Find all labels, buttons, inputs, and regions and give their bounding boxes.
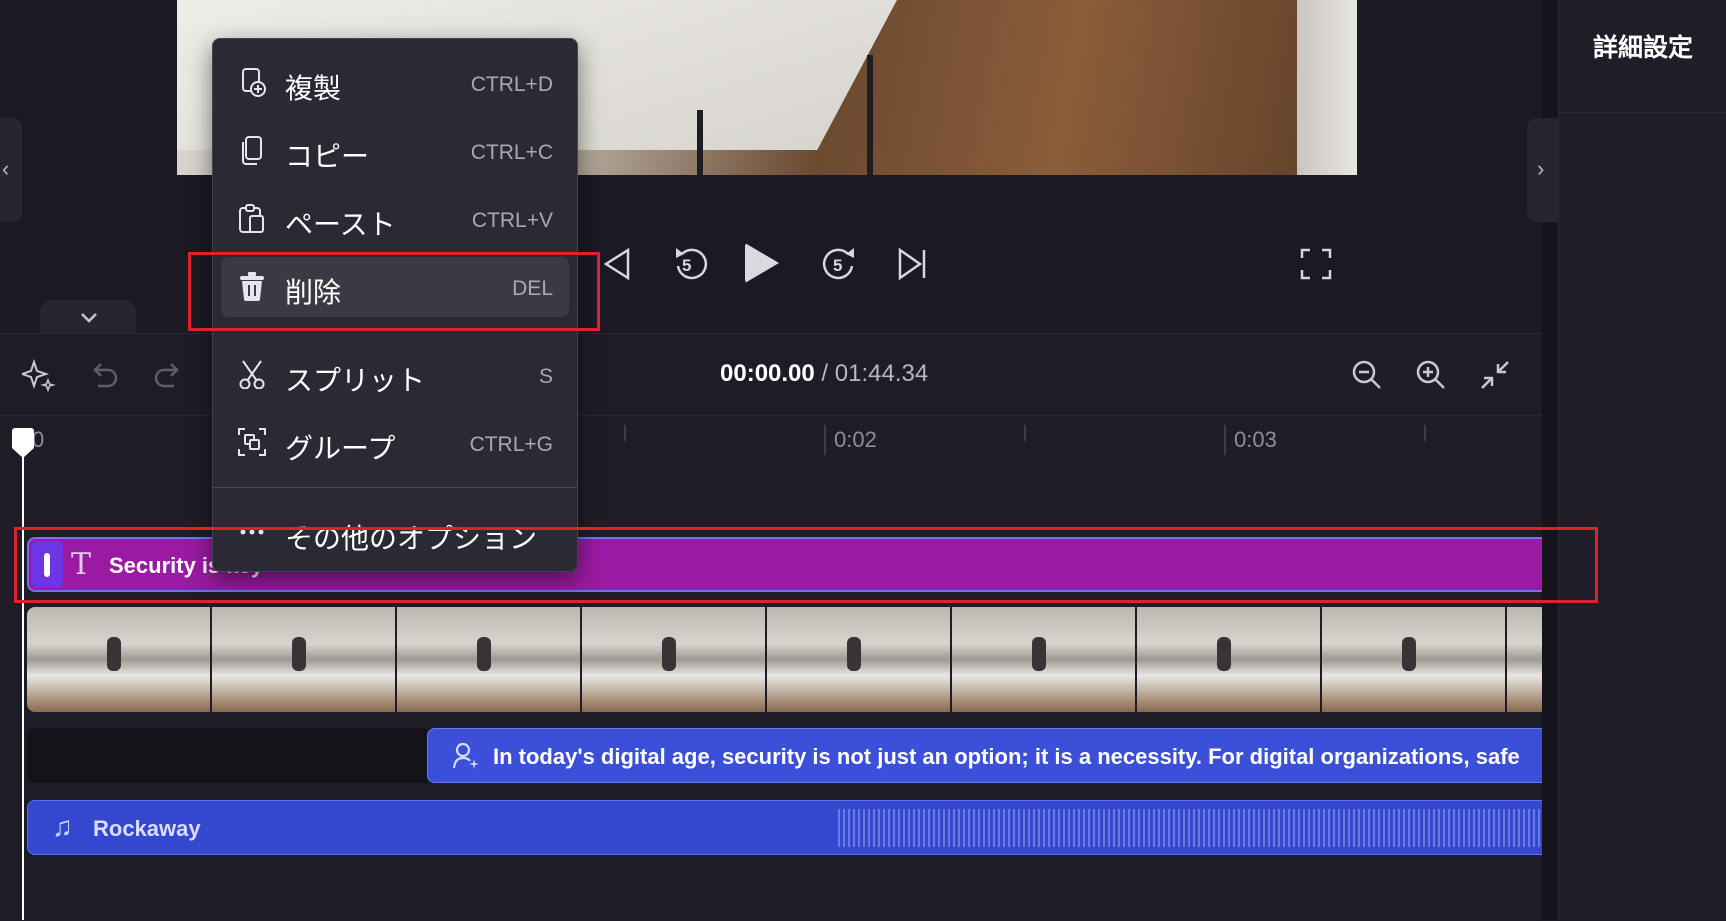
highlight-delete bbox=[188, 252, 600, 331]
chevron-down-icon bbox=[81, 313, 97, 323]
voiceover-clip-label: In today's digital age, security is not … bbox=[493, 744, 1520, 769]
forward-5-label: 5 bbox=[833, 256, 843, 275]
voice-icon bbox=[452, 742, 479, 769]
preview-wall bbox=[1297, 0, 1357, 175]
playhead-handle[interactable] bbox=[12, 428, 34, 448]
paste-icon bbox=[239, 204, 264, 233]
ruler-tick bbox=[624, 425, 626, 441]
group-icon bbox=[238, 428, 266, 456]
duplicate-icon bbox=[242, 68, 266, 97]
menu-item-duplicate[interactable]: 複製 CTRL+D bbox=[221, 53, 569, 113]
video-thumbnail bbox=[767, 607, 952, 712]
menu-item-paste[interactable]: ペースト CTRL+V bbox=[221, 189, 569, 249]
highlight-text-clip bbox=[14, 527, 1598, 603]
zoom-out-icon[interactable] bbox=[1350, 358, 1384, 392]
menu-item-shortcut: S bbox=[538, 365, 553, 388]
ruler-label: 0:03 bbox=[1234, 427, 1277, 452]
video-thumbnail bbox=[582, 607, 767, 712]
preview-table-leg bbox=[867, 55, 873, 175]
menu-item-copy[interactable]: コピー CTRL+C bbox=[221, 121, 569, 181]
menu-divider bbox=[213, 487, 577, 488]
total-duration: 01:44.34 bbox=[834, 360, 929, 387]
menu-item-shortcut: CTRL+V bbox=[471, 209, 553, 232]
video-thumbnail bbox=[27, 607, 212, 712]
video-thumbnail bbox=[397, 607, 582, 712]
current-time: 00:00.00 bbox=[720, 360, 815, 387]
redo-icon[interactable] bbox=[152, 360, 184, 390]
menu-item-shortcut: CTRL+D bbox=[470, 73, 553, 96]
skip-to-start-icon[interactable] bbox=[600, 246, 630, 282]
audio-waveform bbox=[838, 809, 1542, 847]
menu-item-label: 複製 bbox=[285, 73, 342, 104]
undo-icon[interactable] bbox=[88, 360, 120, 390]
zoom-in-icon[interactable] bbox=[1414, 358, 1448, 392]
menu-item-label: ペースト bbox=[285, 209, 396, 240]
menu-item-split[interactable]: スプリット S bbox=[221, 345, 569, 405]
music-note-icon: ♫ bbox=[52, 811, 73, 842]
panel-divider bbox=[1559, 112, 1726, 113]
copy-icon bbox=[242, 136, 262, 165]
menu-item-label: グループ bbox=[285, 433, 396, 464]
menu-item-shortcut: CTRL+G bbox=[469, 433, 553, 456]
menu-item-group[interactable]: グループ CTRL+G bbox=[221, 413, 569, 473]
collapse-preview-tab[interactable] bbox=[40, 300, 136, 334]
scissors-icon bbox=[239, 360, 265, 389]
video-thumbnail bbox=[952, 607, 1137, 712]
preview-table-leg bbox=[697, 110, 703, 175]
time-separator: / bbox=[814, 360, 835, 387]
voiceover-clip[interactable]: In today's digital age, security is not … bbox=[427, 728, 1542, 783]
video-thumbnail bbox=[1137, 607, 1322, 712]
playhead-tip bbox=[12, 448, 34, 458]
properties-panel: 詳細設定 bbox=[1558, 0, 1726, 920]
timecode: 00:00.00 / 01:44.34 bbox=[720, 360, 928, 388]
fullscreen-icon[interactable] bbox=[1300, 248, 1332, 280]
menu-item-label: スプリット bbox=[285, 365, 426, 396]
menu-item-shortcut: CTRL+C bbox=[470, 141, 553, 164]
rewind-5-label: 5 bbox=[682, 256, 692, 275]
video-thumbnail bbox=[212, 607, 397, 712]
panel-title: 詳細設定 bbox=[1592, 34, 1693, 62]
chevron-left-icon: ‹ bbox=[2, 156, 10, 181]
voiceover-empty-lane bbox=[27, 728, 427, 783]
playhead-line bbox=[22, 430, 24, 920]
ruler-tick bbox=[1024, 425, 1026, 441]
video-thumbnail bbox=[1322, 607, 1507, 712]
ruler-tick bbox=[824, 425, 826, 455]
music-clip[interactable]: ♫ Rockaway bbox=[27, 800, 1542, 855]
collapse-right-panel-button[interactable]: › bbox=[1527, 118, 1561, 222]
play-button[interactable] bbox=[745, 243, 779, 283]
ruler-tick bbox=[1424, 425, 1426, 441]
fit-to-screen-icon[interactable] bbox=[1478, 358, 1512, 392]
skip-to-end-icon[interactable] bbox=[896, 246, 928, 282]
music-clip-label: Rockaway bbox=[93, 816, 201, 841]
ruler-label: 0:02 bbox=[834, 427, 877, 452]
video-clip[interactable] bbox=[27, 607, 1542, 712]
video-thumbnail bbox=[1507, 607, 1542, 712]
chevron-right-icon: › bbox=[1537, 156, 1545, 181]
ruler-tick bbox=[1224, 425, 1226, 455]
collapse-left-panel-button[interactable]: ‹ bbox=[0, 118, 22, 222]
menu-item-label: コピー bbox=[285, 141, 370, 172]
ai-sparkle-icon[interactable] bbox=[22, 358, 56, 392]
